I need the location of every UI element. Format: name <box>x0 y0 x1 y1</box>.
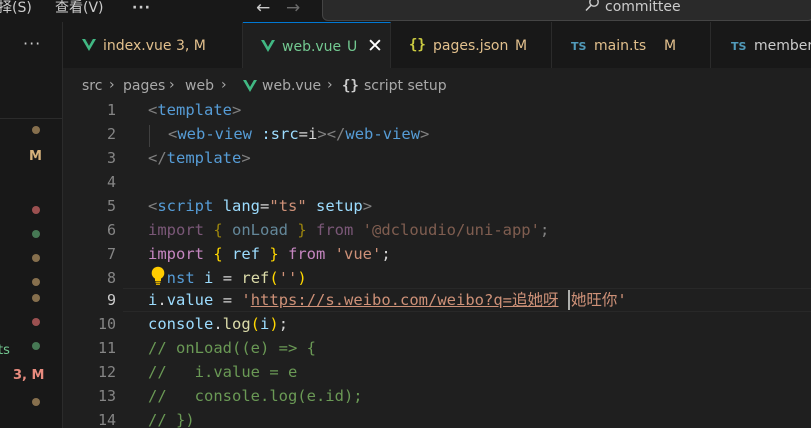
code-line-12: // i.value = e <box>148 363 298 381</box>
status-dot-icon <box>32 294 40 302</box>
status-dot-icon <box>32 126 40 134</box>
code-line-9: i.value = 'https://s.weibo.com/weibo?q=追… <box>148 289 627 310</box>
text-cursor <box>567 289 570 310</box>
code-line-8: const i = ref('') <box>166 269 307 287</box>
editor-tab-bar: index.vue 3, M web.vue U ✕ {} pages.json… <box>63 22 811 68</box>
status-dot-icon <box>32 398 40 406</box>
error-dot-icon <box>32 318 40 326</box>
code-line-11: // onLoad((e) => { <box>148 339 316 357</box>
url-link[interactable]: https://s.weibo.com/weibo?q=追她呀 <box>251 291 559 309</box>
tab-badge: M <box>664 38 677 54</box>
tab-label: index.vue <box>103 38 172 54</box>
breadcrumb-web-vue[interactable]: web.vue <box>262 78 321 94</box>
menu-view[interactable]: 查看(V) <box>55 0 104 18</box>
vue-icon <box>243 80 257 92</box>
code-line-2: <web-view :src=i></web-view> <box>168 125 430 143</box>
code-line-5: <script lang="ts" setup> <box>148 197 373 215</box>
code-line-10: console.log(i); <box>148 315 289 333</box>
code-line-14: // }) <box>148 411 195 428</box>
menu-selection[interactable]: 择(S) <box>0 0 32 18</box>
line-number: 3 <box>106 149 116 167</box>
vue-icon <box>82 39 96 51</box>
tab-pages-json[interactable]: {} pages.json M <box>391 22 552 68</box>
line-number: 6 <box>106 221 116 239</box>
current-line-number: 9 <box>106 291 116 309</box>
title-bar: 择(S) 查看(V) ··· ← → committee <box>0 0 811 22</box>
line-number: 11 <box>97 339 116 357</box>
code-line-6: import { onLoad } from '@dcloudio/uni-ap… <box>148 221 550 239</box>
vue-icon <box>261 40 275 52</box>
sidebar-header: ··· <box>0 22 63 68</box>
tab-web-vue[interactable]: web.vue U ✕ <box>243 22 391 68</box>
json-icon: {} <box>409 37 426 53</box>
breadcrumb-src[interactable]: src <box>82 78 102 94</box>
file-suffix-label: ts <box>0 343 10 358</box>
code-editor[interactable]: 1 2 3 4 5 6 7 8 9 10 11 12 13 14 <templa… <box>63 101 811 428</box>
tab-label: main.ts <box>594 38 647 54</box>
line-number: 4 <box>106 173 116 191</box>
breadcrumb-pages[interactable]: pages <box>123 78 165 94</box>
search-text: committee <box>605 0 681 15</box>
breadcrumb: src › pages › web › web.vue › {} script … <box>63 68 811 102</box>
line-number: 13 <box>97 387 116 405</box>
line-number: 2 <box>106 125 116 143</box>
more-menu-button[interactable]: ··· <box>132 0 151 18</box>
command-center-search[interactable]: committee <box>322 0 811 21</box>
line-number: 14 <box>97 411 116 428</box>
braces-icon: {} <box>342 78 359 94</box>
status-dot-icon <box>32 342 40 350</box>
error-dot-icon <box>32 206 40 214</box>
code-line-3: </template> <box>148 149 251 167</box>
line-number: 7 <box>106 245 116 263</box>
breadcrumb-separator: › <box>169 77 175 93</box>
tab-member[interactable]: TS member <box>711 22 811 68</box>
code-line-13: // console.log(e.id); <box>148 387 363 405</box>
sidebar-divider <box>0 118 63 119</box>
status-dot-icon <box>32 230 40 238</box>
breadcrumb-script-setup[interactable]: script setup <box>364 78 447 94</box>
code-line-7: import { ref } from 'vue'; <box>148 245 391 263</box>
ts-icon: TS <box>571 40 587 53</box>
tab-label: member <box>754 38 811 54</box>
close-icon[interactable]: ✕ <box>367 36 383 56</box>
line-number: 8 <box>106 269 116 287</box>
tab-badge: 3, M <box>176 38 206 54</box>
search-icon <box>585 0 599 12</box>
back-arrow-icon[interactable]: ← <box>256 0 270 17</box>
lightbulb-icon[interactable] <box>150 266 166 286</box>
problems-badge: 3, M <box>13 368 45 383</box>
breadcrumb-separator: › <box>327 77 333 93</box>
line-number: 1 <box>106 101 116 119</box>
breadcrumb-web[interactable]: web <box>185 78 214 94</box>
tab-label: web.vue <box>282 39 342 55</box>
breadcrumb-separator: › <box>109 77 115 93</box>
line-number: 12 <box>97 363 116 381</box>
status-dot-icon <box>32 254 40 262</box>
explorer-sidebar: ··· M ts 3, M <box>0 22 63 428</box>
status-dot-icon <box>32 278 40 286</box>
forward-arrow-icon[interactable]: → <box>286 0 300 17</box>
ts-icon: TS <box>731 40 747 53</box>
tab-label: pages.json <box>433 38 509 54</box>
tab-badge: M <box>515 38 528 54</box>
sidebar-more-button[interactable]: ··· <box>23 34 41 53</box>
modified-badge: M <box>29 149 42 164</box>
tab-main-ts[interactable]: TS main.ts M <box>552 22 711 68</box>
code-line-1: <template> <box>148 101 242 119</box>
line-number: 5 <box>106 197 116 215</box>
indent-guide <box>149 125 150 147</box>
tab-index-vue[interactable]: index.vue 3, M <box>63 22 243 68</box>
line-number: 10 <box>97 315 116 333</box>
tab-badge: U <box>347 39 358 55</box>
breadcrumb-separator: › <box>221 77 227 93</box>
